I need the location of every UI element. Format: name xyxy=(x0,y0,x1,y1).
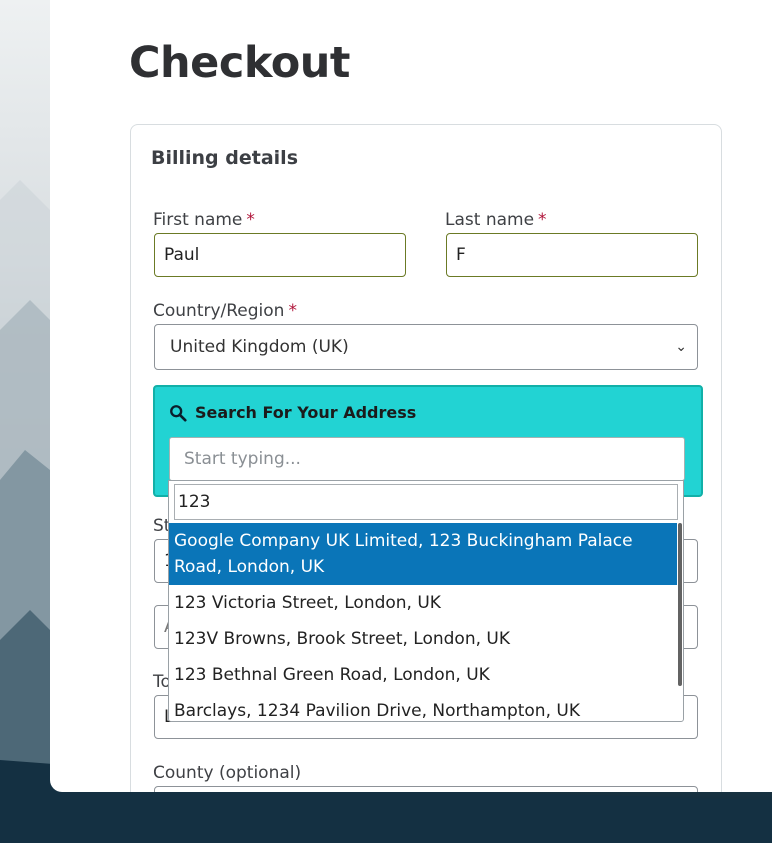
chevron-down-icon: ⌄ xyxy=(675,339,687,355)
country-select[interactable]: United Kingdom (UK) ⌄ xyxy=(154,324,698,370)
first-name-input[interactable]: Paul xyxy=(154,233,406,277)
last-name-input[interactable]: F xyxy=(446,233,698,277)
required-marker: * xyxy=(288,301,297,321)
address-search-input[interactable]: Start typing... xyxy=(169,437,685,481)
address-result-item[interactable]: Barclays, 1234 Pavilion Drive, Northampt… xyxy=(169,693,677,721)
county-input[interactable] xyxy=(154,786,698,792)
address-results-dropdown: 123 Google Company UK Limited, 123 Bucki… xyxy=(168,480,684,722)
county-label: County (optional) xyxy=(153,763,302,783)
address-result-item[interactable]: 123 Victoria Street, London, UK xyxy=(169,585,677,621)
billing-details-title: Billing details xyxy=(151,147,298,169)
address-search-header: Search For Your Address xyxy=(169,403,416,422)
last-name-label: Last name * xyxy=(445,210,547,230)
address-result-item[interactable]: Google Company UK Limited, 123 Buckingha… xyxy=(169,523,677,585)
address-search-title: Search For Your Address xyxy=(195,403,417,422)
required-marker: * xyxy=(538,210,547,230)
address-results-list: Google Company UK Limited, 123 Buckingha… xyxy=(169,523,677,721)
address-query-input[interactable]: 123 xyxy=(174,484,678,520)
country-label: Country/Region * xyxy=(153,301,297,321)
dropdown-scrollbar[interactable] xyxy=(678,523,682,686)
country-select-value: United Kingdom (UK) xyxy=(170,337,349,357)
first-name-label: First name * xyxy=(153,210,255,230)
first-name-label-text: First name xyxy=(153,210,243,230)
page-title: Checkout xyxy=(129,38,350,88)
last-name-label-text: Last name xyxy=(445,210,535,230)
required-marker: * xyxy=(246,210,255,230)
country-label-text: Country/Region xyxy=(153,301,285,321)
address-result-item[interactable]: 123 Bethnal Green Road, London, UK xyxy=(169,657,677,693)
address-result-item[interactable]: 123V Browns, Brook Street, London, UK xyxy=(169,621,677,657)
search-icon xyxy=(170,404,187,422)
